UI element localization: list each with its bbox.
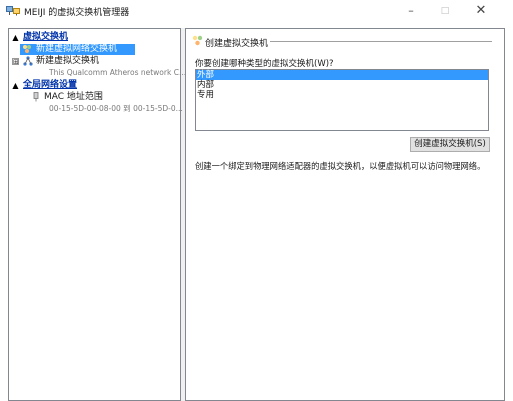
maximize-button[interactable]: □ — [428, 0, 462, 22]
group-title: 创建虚拟交换机 — [205, 36, 272, 49]
collapse-icon[interactable]: ▲ — [12, 34, 19, 42]
network-switch-icon — [23, 56, 33, 66]
expand-icon[interactable]: ⊞ — [12, 58, 19, 66]
create-switch-icon — [192, 35, 203, 49]
switch-type-listbox[interactable]: 外部 内部 专用 — [195, 69, 489, 131]
tree-item-label: 新建虚拟交换机 — [36, 56, 100, 66]
app-icon — [6, 4, 20, 16]
tree-item-new-virtual-network-switch[interactable]: 新建虚拟网络交换机 — [20, 44, 135, 55]
switch-type-option[interactable]: 专用 — [196, 90, 488, 100]
collapse-icon[interactable]: ▲ — [12, 82, 19, 90]
section-label[interactable]: 虚拟交换机 — [23, 32, 68, 43]
switch-type-description: 创建一个绑定到物理网络适配器的虚拟交换机，以便虚拟机可以访问物理网络。 — [195, 161, 486, 171]
tree-item-subtitle: This Qualcomm Atheros network C... — [49, 68, 187, 77]
navigation-tree[interactable]: ▲ 虚拟交换机 新建虚拟网络交换机 ⊞ 新建虚拟交换机 This Qualcom… — [8, 28, 186, 401]
group-divider — [270, 41, 492, 42]
switch-type-option[interactable]: 内部 — [196, 80, 488, 90]
tree-item-mac-address-range[interactable]: MAC 地址范围 — [31, 92, 179, 103]
title-bar: MEIJI 的虚拟交换机管理器 – □ ✕ — [0, 0, 513, 22]
tree-item-label: 新建虚拟网络交换机 — [36, 44, 118, 54]
tree-item-label: MAC 地址范围 — [44, 92, 103, 102]
close-button[interactable]: ✕ — [464, 0, 498, 22]
section-label[interactable]: 全局网络设置 — [23, 80, 77, 91]
switch-type-question: 你要创建哪种类型的虚拟交换机(W)? — [195, 59, 334, 69]
mac-address-icon — [31, 92, 41, 102]
switch-type-option[interactable]: 外部 — [196, 70, 488, 80]
minimize-button[interactable]: – — [394, 0, 428, 22]
tree-item-new-virtual-switch[interactable]: ⊞ 新建虚拟交换机 — [12, 56, 180, 67]
tree-item-subtitle: 00-15-5D-00-08-00 到 00-15-5D-0... — [49, 104, 183, 113]
window-title: MEIJI 的虚拟交换机管理器 — [24, 8, 130, 18]
new-switch-icon — [22, 44, 32, 54]
create-virtual-switch-button[interactable]: 创建虚拟交换机(S) — [410, 137, 490, 152]
